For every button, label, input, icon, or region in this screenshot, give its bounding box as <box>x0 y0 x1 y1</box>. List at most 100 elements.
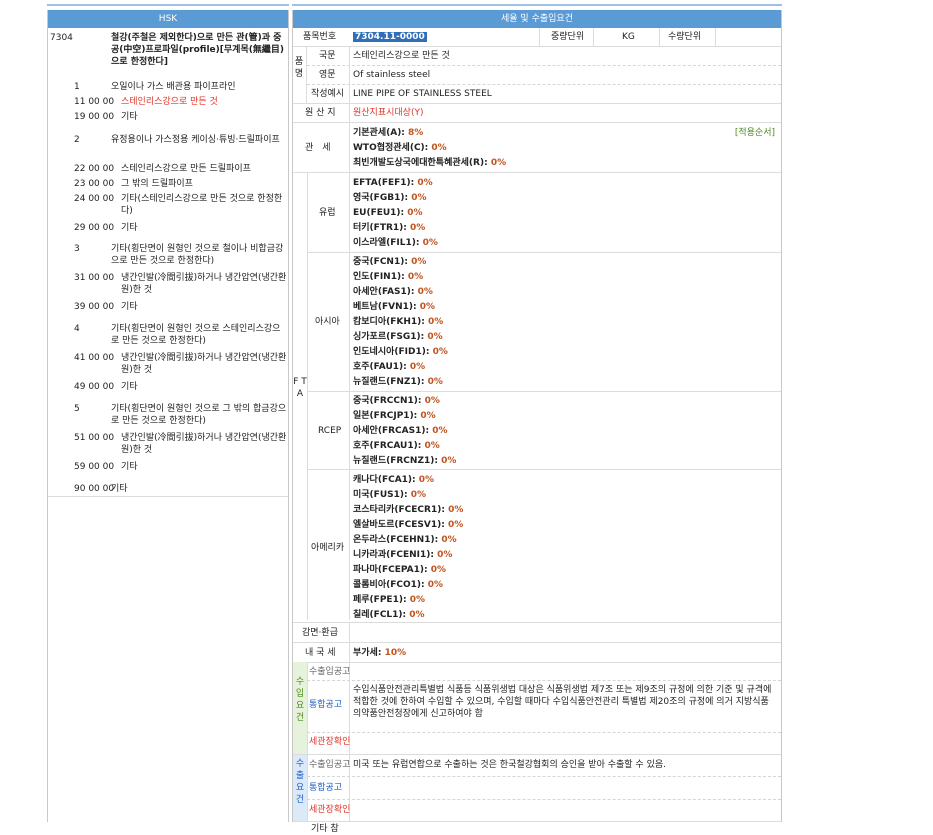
fta-item-name: 터키(FTR1): <box>353 223 410 233</box>
qty-unit-label: 수량단위 <box>668 32 702 42</box>
export-notice-link[interactable]: 수출입공고 <box>309 759 350 771</box>
row-code: 51 00 00 <box>74 433 115 443</box>
fta-item-rate: 0% <box>409 595 425 605</box>
row-code: 1 <box>74 82 80 92</box>
export-integrated-link[interactable]: 통합공고 <box>309 782 342 794</box>
fta-label: F T A <box>293 377 307 399</box>
fta-item-rate: 0% <box>420 411 436 421</box>
import-req-label: 수입요건 <box>295 677 305 723</box>
fta-item-rate: 0% <box>428 317 444 327</box>
export-customs-link[interactable]: 세관장확인 <box>309 804 350 816</box>
weight-unit-value: KG <box>622 32 635 42</box>
ldc-tariff-rate: 0% <box>490 158 507 168</box>
fta-item-name: 베트남(FVN1): <box>353 302 420 312</box>
fta-item-name: 뉴질랜드(FNZ1): <box>353 377 428 387</box>
wto-tariff-name: WTO협정관세(C): <box>353 143 432 153</box>
row-code: 49 00 00 <box>74 382 115 392</box>
fta-item-name: 뉴질랜드(FRCNZ1): <box>353 456 442 466</box>
ldc-tariff-name: 최빈개발도상국에대한특혜관세(R): <box>353 158 491 168</box>
row-desc: 기타 <box>121 112 138 122</box>
kor-value: 스테인리스강으로 만든 것 <box>353 51 450 61</box>
fta-item-name: 싱가포르(FSG1): <box>353 332 428 342</box>
fta-item-rate: 0% <box>419 302 435 312</box>
fta-group-rcep: RCEP <box>318 426 342 436</box>
divider <box>293 662 781 663</box>
divider <box>293 103 781 104</box>
basic-tariff-name: 기본관세(A): <box>353 128 409 138</box>
fta-item-rate: 0% <box>427 332 443 342</box>
fta-item-rate: 0% <box>430 565 446 575</box>
fta-item-name: 엘살바도르(FCESV1): <box>353 520 448 530</box>
basic-tariff-rate: 8% <box>408 128 424 138</box>
left-bottom-divider <box>48 496 288 497</box>
origin-label: 원 산 지 <box>305 108 336 118</box>
fta-item-rate: 0% <box>448 505 464 515</box>
divider <box>293 754 781 755</box>
row-desc: 그 밖의 드릴파이프 <box>121 179 193 189</box>
fta-item-name: 일본(FRCJP1): <box>353 411 421 421</box>
import-customs-link[interactable]: 세관장확인 <box>309 736 350 748</box>
divider <box>293 46 781 47</box>
fta-item-name: EFTA(FEF1): <box>353 178 418 188</box>
row-code: 4 <box>74 324 80 334</box>
item-code-value[interactable]: 7304.11-0000 <box>353 32 427 42</box>
hsk-panel: HSK 7304 철강(주철은 제외한다)으로 만든 관(管)과 중공(中空)프… <box>47 10 289 822</box>
fta-group-europe: 유럽 <box>319 208 336 218</box>
divider <box>307 469 781 470</box>
import-integrated-link[interactable]: 통합공고 <box>309 699 342 711</box>
divider <box>307 391 781 392</box>
row-desc-highlight[interactable]: 스테인리스강으로 만든 것 <box>121 96 218 108</box>
fta-item-name: 인도(FIN1): <box>353 272 408 282</box>
fta-item-rate: 0% <box>441 535 457 545</box>
fta-item-rate: 0% <box>407 272 424 282</box>
fta-item-rate: 0% <box>411 257 427 267</box>
vat-rate: 10% <box>384 648 407 658</box>
row-code: 2 <box>74 135 80 145</box>
divider <box>306 46 307 103</box>
fta-item-name: 니카라과(FCENI1): <box>353 550 438 560</box>
example-value: LINE PIPE OF STAINLESS STEEL <box>353 89 492 99</box>
fta-item-rate: 0% <box>422 238 438 248</box>
row-code: 11 00 00 <box>74 97 115 107</box>
fta-item-rate: 0% <box>427 580 444 590</box>
row-code: 5 <box>74 404 80 414</box>
divider <box>349 172 350 620</box>
divider <box>349 103 350 122</box>
row-code: 24 00 00 <box>74 194 115 204</box>
import-notice-link[interactable]: 수출입공고 <box>309 666 350 678</box>
divider <box>307 172 308 620</box>
fta-item-name: 영국(FGB1): <box>353 193 412 203</box>
divider <box>307 680 781 681</box>
row-desc: 기타 <box>121 302 138 312</box>
divider <box>593 28 594 46</box>
fta-item-rate: 0% <box>447 520 464 530</box>
apply-order-link[interactable]: [적용순서] <box>735 127 775 139</box>
eng-label: 영문 <box>319 70 336 80</box>
export-notice-text: 미국 또는 유럽연합으로 수출하는 것은 한국철강협회의 승인을 받아 수출할 … <box>353 760 666 770</box>
divider <box>293 642 781 643</box>
row-code: 39 00 00 <box>74 302 115 312</box>
row-desc: 유정용이나 가스정용 케이싱·튜빙·드릴파이프 <box>111 135 280 145</box>
fta-item-name: 온두라스(FCEHN1): <box>353 535 442 545</box>
divider <box>293 122 781 123</box>
row-code: 19 00 00 <box>74 112 115 122</box>
row-desc: 기타 <box>121 382 138 392</box>
row-code: 90 00 00 <box>74 484 115 494</box>
fta-item-name: 호주(FAU1): <box>353 362 410 372</box>
divider <box>715 28 716 46</box>
fta-item-name: 칠레(FCL1): <box>353 610 410 620</box>
export-req-label: 수출요건 <box>295 759 305 805</box>
hsk-panel-title: HSK <box>48 10 288 28</box>
eng-value: Of stainless steel <box>353 70 431 80</box>
row-desc: 냉간인발(冷間引拔)하거나 냉간압연(냉간환원)한 것 <box>121 273 287 295</box>
divider <box>293 622 781 623</box>
fta-group-asia: 아시아 <box>315 317 340 327</box>
kor-label: 국문 <box>319 51 336 61</box>
row-desc: 스테인리스강으로 만든 드릴파이프 <box>121 164 251 174</box>
fta-item-rate: 0% <box>417 178 433 188</box>
fta-item-rate: 0% <box>424 396 440 406</box>
row-desc: 기타 <box>111 484 128 494</box>
divider <box>307 732 781 733</box>
wto-tariff-rate: 0% <box>431 143 447 153</box>
divider <box>307 662 308 822</box>
